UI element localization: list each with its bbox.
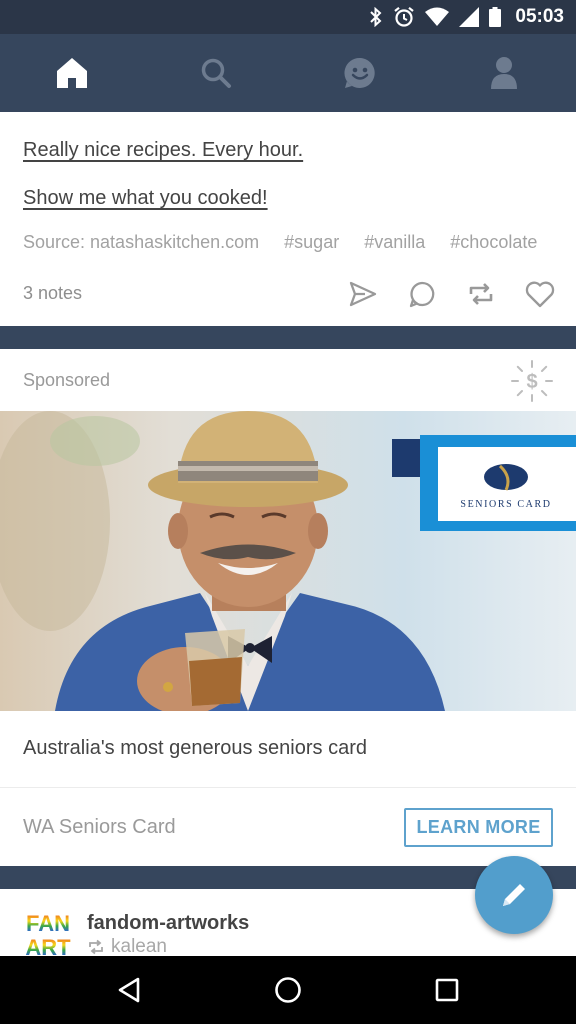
blog-avatar[interactable]: FAN ART [23, 911, 73, 959]
sponsored-label: Sponsored [23, 370, 111, 390]
notes-count[interactable]: 3 notes [23, 283, 82, 304]
like-button[interactable] [524, 278, 556, 310]
post-source-and-tags: Source: natashaskitchen.com #sugar #vani… [23, 232, 553, 253]
tab-home[interactable] [36, 34, 108, 112]
reblog-button[interactable] [465, 278, 497, 310]
status-bar: 05:03 [0, 0, 576, 34]
tag-link[interactable]: #sugar [284, 232, 339, 252]
learn-more-button[interactable]: LEARN MORE [404, 808, 553, 847]
reply-icon [409, 281, 435, 308]
reblogged-from[interactable]: kalean [87, 936, 167, 958]
system-nav-bar [0, 956, 576, 1024]
ad-headline[interactable]: Australia's most generous seniors card [23, 737, 367, 760]
sponsored-dollar-icon[interactable]: $ [510, 359, 554, 403]
reply-button[interactable] [406, 278, 438, 310]
top-nav [0, 34, 576, 112]
post-text-line[interactable]: Really nice recipes. Every hour. [23, 139, 303, 162]
home-circle-icon [275, 977, 301, 1003]
advertiser-name[interactable]: WA Seniors Card [23, 816, 176, 839]
tag-link[interactable]: #chocolate [450, 232, 537, 252]
reblog-small-icon [89, 939, 103, 955]
home-button[interactable] [258, 960, 318, 1020]
ad-image[interactable]: SENIORS CARD [0, 411, 576, 711]
tab-search[interactable] [180, 34, 252, 112]
tag-link[interactable]: #vanilla [364, 232, 425, 252]
back-icon [119, 977, 140, 1003]
sponsored-post: Sponsored $ SENIORS CARD Australia's mos… [0, 349, 576, 866]
account-icon [491, 57, 517, 89]
post-actions [347, 278, 556, 310]
divider [0, 787, 576, 788]
signal-icon [459, 7, 480, 27]
pencil-icon [503, 884, 525, 906]
tab-activity[interactable] [324, 34, 396, 112]
post-source-link[interactable]: Source: natashaskitchen.com [23, 232, 259, 252]
back-button[interactable] [99, 960, 159, 1020]
post-text-line[interactable]: Show me what you cooked! [23, 187, 268, 210]
ad-image-card-text: SENIORS CARD [460, 499, 551, 510]
text-post: Really nice recipes. Every hour. Show me… [0, 112, 576, 326]
bluetooth-icon [369, 7, 383, 27]
tab-account[interactable] [468, 34, 540, 112]
like-icon [525, 281, 555, 308]
recents-icon [435, 978, 458, 1002]
clock: 05:03 [515, 6, 564, 27]
reblog-icon [469, 283, 493, 305]
blog-name[interactable]: fandom-artworks [87, 912, 249, 935]
activity-smiley-icon [344, 57, 375, 88]
battery-icon [489, 7, 502, 27]
share-button[interactable] [347, 278, 379, 310]
reblogger-name: kalean [111, 936, 167, 957]
home-icon [57, 58, 87, 88]
compose-button[interactable] [475, 856, 553, 934]
search-icon [201, 58, 231, 88]
svg-text:$: $ [526, 371, 537, 393]
avatar-text: FAN [26, 911, 70, 936]
alarm-icon [393, 6, 415, 28]
share-icon [349, 281, 377, 307]
recents-button[interactable] [417, 960, 477, 1020]
wifi-icon [425, 7, 450, 27]
